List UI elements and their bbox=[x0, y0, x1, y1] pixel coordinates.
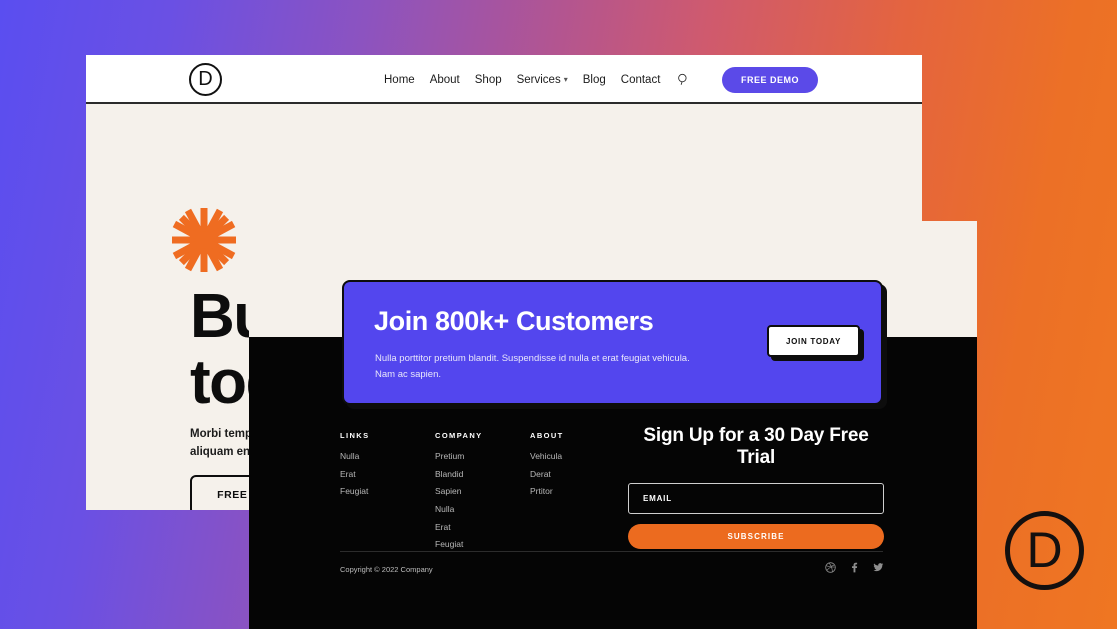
email-input[interactable] bbox=[628, 483, 884, 514]
chevron-down-icon: ▾ bbox=[563, 74, 568, 84]
page-background: D Home About Shop Services ▾ Blog Contact… bbox=[0, 0, 1117, 629]
watermark-logo-letter: D bbox=[1026, 521, 1063, 578]
footer-column-title: COMPANY bbox=[435, 431, 483, 440]
footer-column-company: COMPANY Pretium Blandid Sapien Nulla Era… bbox=[435, 431, 530, 557]
footer-link[interactable]: Pretium bbox=[435, 451, 530, 461]
menu-item-blog[interactable]: Blog bbox=[583, 74, 606, 86]
footer-column-links: LINKS Nulla Erat Feugiat bbox=[340, 431, 435, 557]
menu-item-services[interactable]: Services ▾ bbox=[517, 74, 568, 86]
subscribe-button[interactable]: SUBSCRIBE bbox=[628, 524, 884, 549]
menu-item-shop[interactable]: Shop bbox=[475, 74, 502, 86]
signup-heading: Sign Up for a 30 Day Free Trial bbox=[643, 425, 869, 468]
footer-link[interactable]: Blandid bbox=[435, 469, 530, 479]
footer-link[interactable]: Erat bbox=[435, 522, 530, 532]
footer-link[interactable]: Derat bbox=[530, 469, 625, 479]
footer-link[interactable]: Sapien bbox=[435, 486, 530, 496]
site-logo-letter: D bbox=[198, 67, 213, 90]
main-menu: Home About Shop Services ▾ Blog Contact bbox=[384, 55, 690, 104]
footer-column-title: ABOUT bbox=[530, 431, 564, 440]
footer-link[interactable]: Vehicula bbox=[530, 451, 625, 461]
facebook-icon[interactable] bbox=[849, 562, 860, 573]
footer-divider bbox=[340, 551, 883, 552]
footer-link[interactable]: Nulla bbox=[340, 451, 435, 461]
cta-body: Nulla porttitor pretium blandit. Suspend… bbox=[375, 353, 690, 380]
footer-column-about: ABOUT Vehicula Derat Prtitor bbox=[530, 431, 625, 557]
footer-link[interactable]: Feugiat bbox=[435, 539, 530, 549]
site-logo[interactable]: D bbox=[189, 63, 222, 96]
footer-column-title: LINKS bbox=[340, 431, 370, 440]
overlay-panel: Join 800k+ Customers Nulla porttitor pre… bbox=[249, 221, 977, 629]
cta-title: Join 800k+ Customers bbox=[374, 306, 654, 336]
twitter-icon[interactable] bbox=[873, 562, 884, 573]
newsletter-signup: Sign Up for a 30 Day Free Trial SUBSCRIB… bbox=[628, 425, 884, 549]
footer-link[interactable]: Feugiat bbox=[340, 486, 435, 496]
cta-card: Join 800k+ Customers Nulla porttitor pre… bbox=[342, 280, 883, 405]
social-links bbox=[825, 562, 884, 573]
watermark-logo: D bbox=[1005, 511, 1084, 590]
search-icon[interactable] bbox=[677, 73, 690, 86]
footer-link[interactable]: Erat bbox=[340, 469, 435, 479]
site-navbar: D Home About Shop Services ▾ Blog Contact… bbox=[86, 55, 922, 104]
join-today-button[interactable]: JOIN TODAY bbox=[767, 325, 860, 357]
nav-free-demo-button[interactable]: FREE DEMO bbox=[721, 67, 818, 93]
copyright-text: Copyright © 2022 Company bbox=[340, 565, 433, 574]
menu-item-about[interactable]: About bbox=[430, 74, 460, 86]
starburst-icon bbox=[168, 204, 240, 276]
dribbble-icon[interactable] bbox=[825, 562, 836, 573]
footer-link[interactable]: Prtitor bbox=[530, 486, 625, 496]
menu-item-contact[interactable]: Contact bbox=[621, 74, 661, 86]
footer-link-columns: LINKS Nulla Erat Feugiat COMPANY Pretium… bbox=[340, 431, 625, 557]
menu-item-home[interactable]: Home bbox=[384, 74, 415, 86]
footer-link[interactable]: Nulla bbox=[435, 504, 530, 514]
